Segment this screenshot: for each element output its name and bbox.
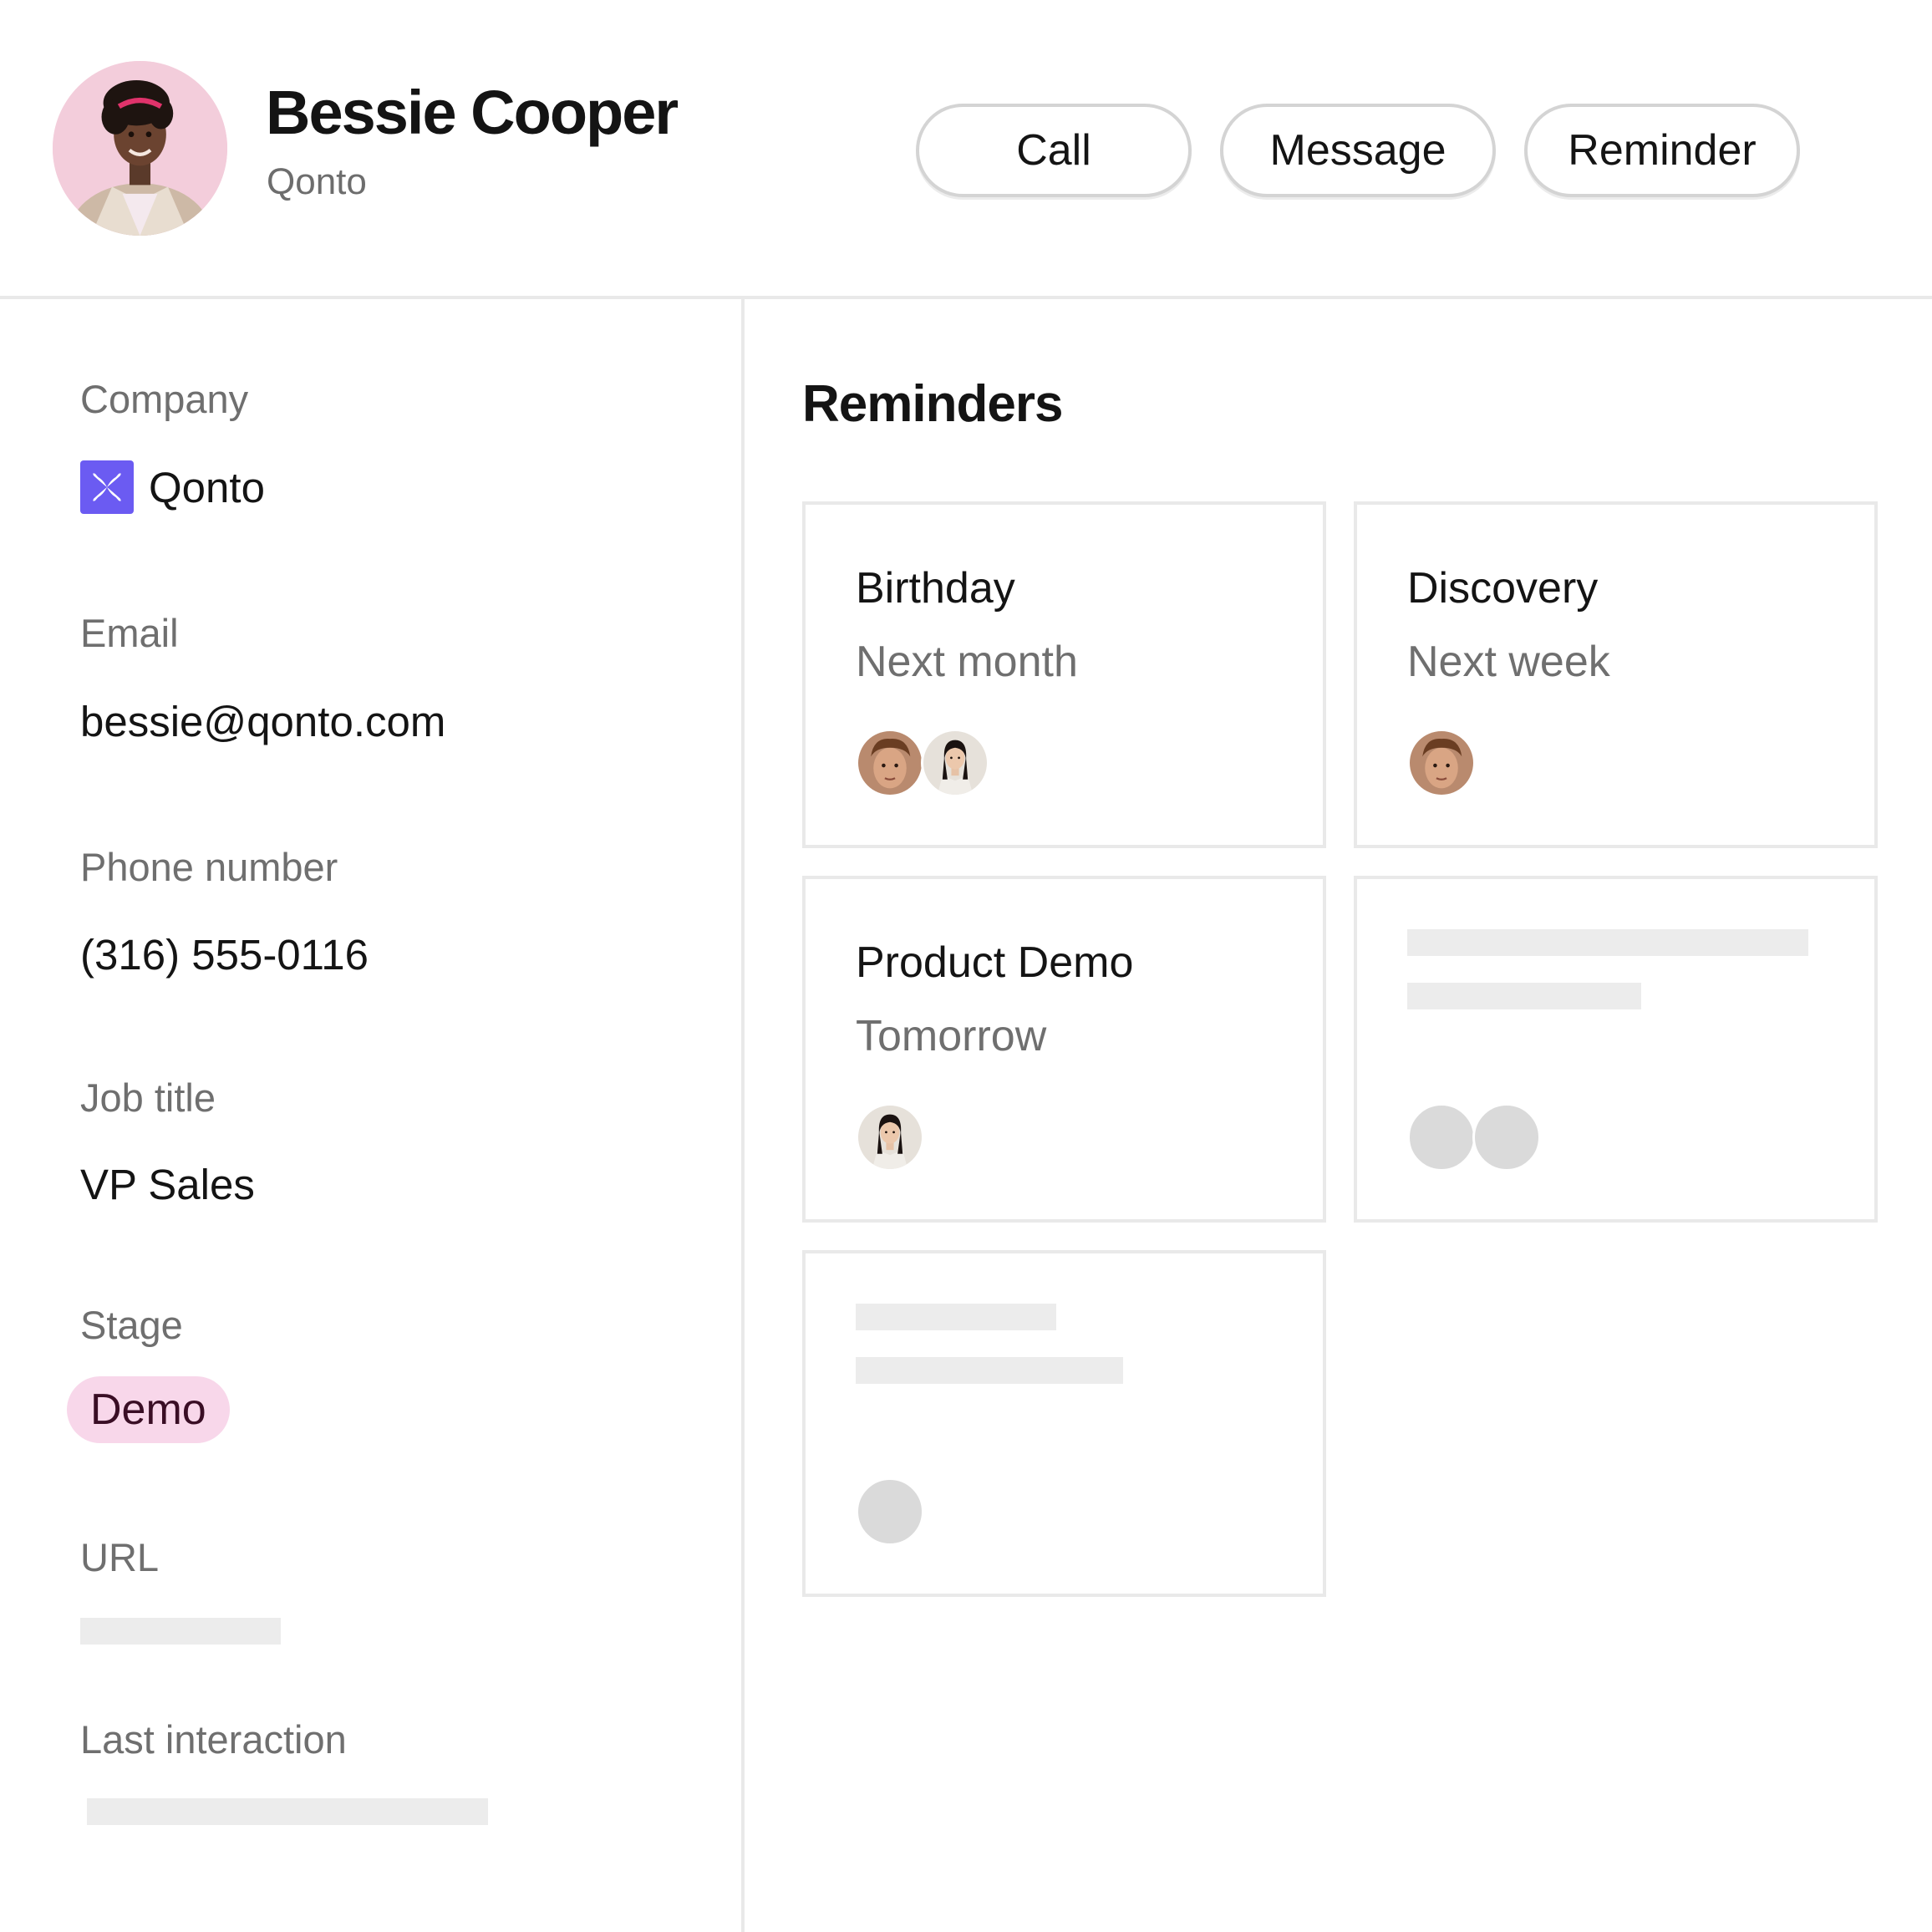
skeleton-subtitle [856,1357,1123,1384]
company-value: Qonto [149,463,265,511]
company-value-row[interactable]: Qonto [80,460,265,515]
skeleton-title [856,1304,1056,1330]
reminder-card[interactable]: Birthday Next month [802,501,1326,848]
reminder-when: Next week [1407,638,1610,686]
stage-label: Stage [80,1303,183,1347]
reminder-people [1407,729,1476,797]
phone-label: Phone number [80,845,338,889]
call-button[interactable]: Call [916,104,1192,197]
skeleton-avatar [856,1477,924,1546]
qonto-logo-icon [80,460,134,514]
email-label: Email [80,611,179,655]
contact-header: Bessie Cooper Qonto Call Message Reminde… [0,0,1932,299]
contact-name: Bessie Cooper [266,78,679,147]
woman-avatar-icon [53,61,227,236]
reminder-when: Tomorrow [856,1012,1047,1060]
reminder-title: Discovery [1407,564,1599,613]
reminder-people [856,729,989,797]
reminder-card[interactable]: Discovery Next week [1354,501,1878,848]
man-avatar-icon [1407,729,1476,797]
job-title-value: VP Sales [80,1161,255,1208]
reminders-panel: Reminders Birthday Next month Discovery … [748,299,1932,1932]
skeleton-title [1407,929,1808,956]
woman-avatar-icon [856,1103,924,1172]
skeleton-avatar [1472,1103,1541,1172]
reminder-when: Next month [856,638,1078,686]
contact-detail-page: Bessie Cooper Qonto Call Message Reminde… [0,0,1932,1932]
reminder-button[interactable]: Reminder [1524,104,1800,197]
reminder-card-placeholder [802,1250,1326,1597]
reminder-people [856,1103,924,1172]
stage-badge[interactable]: Demo [67,1376,230,1443]
man-avatar-icon [856,729,924,797]
skeleton-avatar [1407,1103,1476,1172]
reminder-title: Birthday [856,564,1015,613]
company-label: Company [80,377,249,421]
skeleton-subtitle [1407,983,1641,1009]
url-placeholder [80,1618,281,1645]
message-button[interactable]: Message [1220,104,1496,197]
last-interaction-placeholder [87,1798,488,1825]
last-interaction-label: Last interaction [80,1717,347,1762]
contact-company: Qonto [267,161,367,202]
contact-avatar [53,61,227,236]
url-label: URL [80,1535,160,1579]
email-value[interactable]: bessie@qonto.com [80,697,445,746]
reminder-card-placeholder [1354,876,1878,1223]
reminder-title: Product Demo [856,938,1134,987]
reminders-title: Reminders [802,375,1063,433]
woman-avatar-icon [921,729,989,797]
phone-value[interactable]: (316) 555-0116 [80,930,369,979]
job-title-label: Job title [80,1075,216,1120]
reminder-card[interactable]: Product Demo Tomorrow [802,876,1326,1223]
details-panel: Company Qonto Email bessie@qonto.com Pho… [0,299,745,1932]
action-buttons: Call Message Reminder [916,104,1800,197]
